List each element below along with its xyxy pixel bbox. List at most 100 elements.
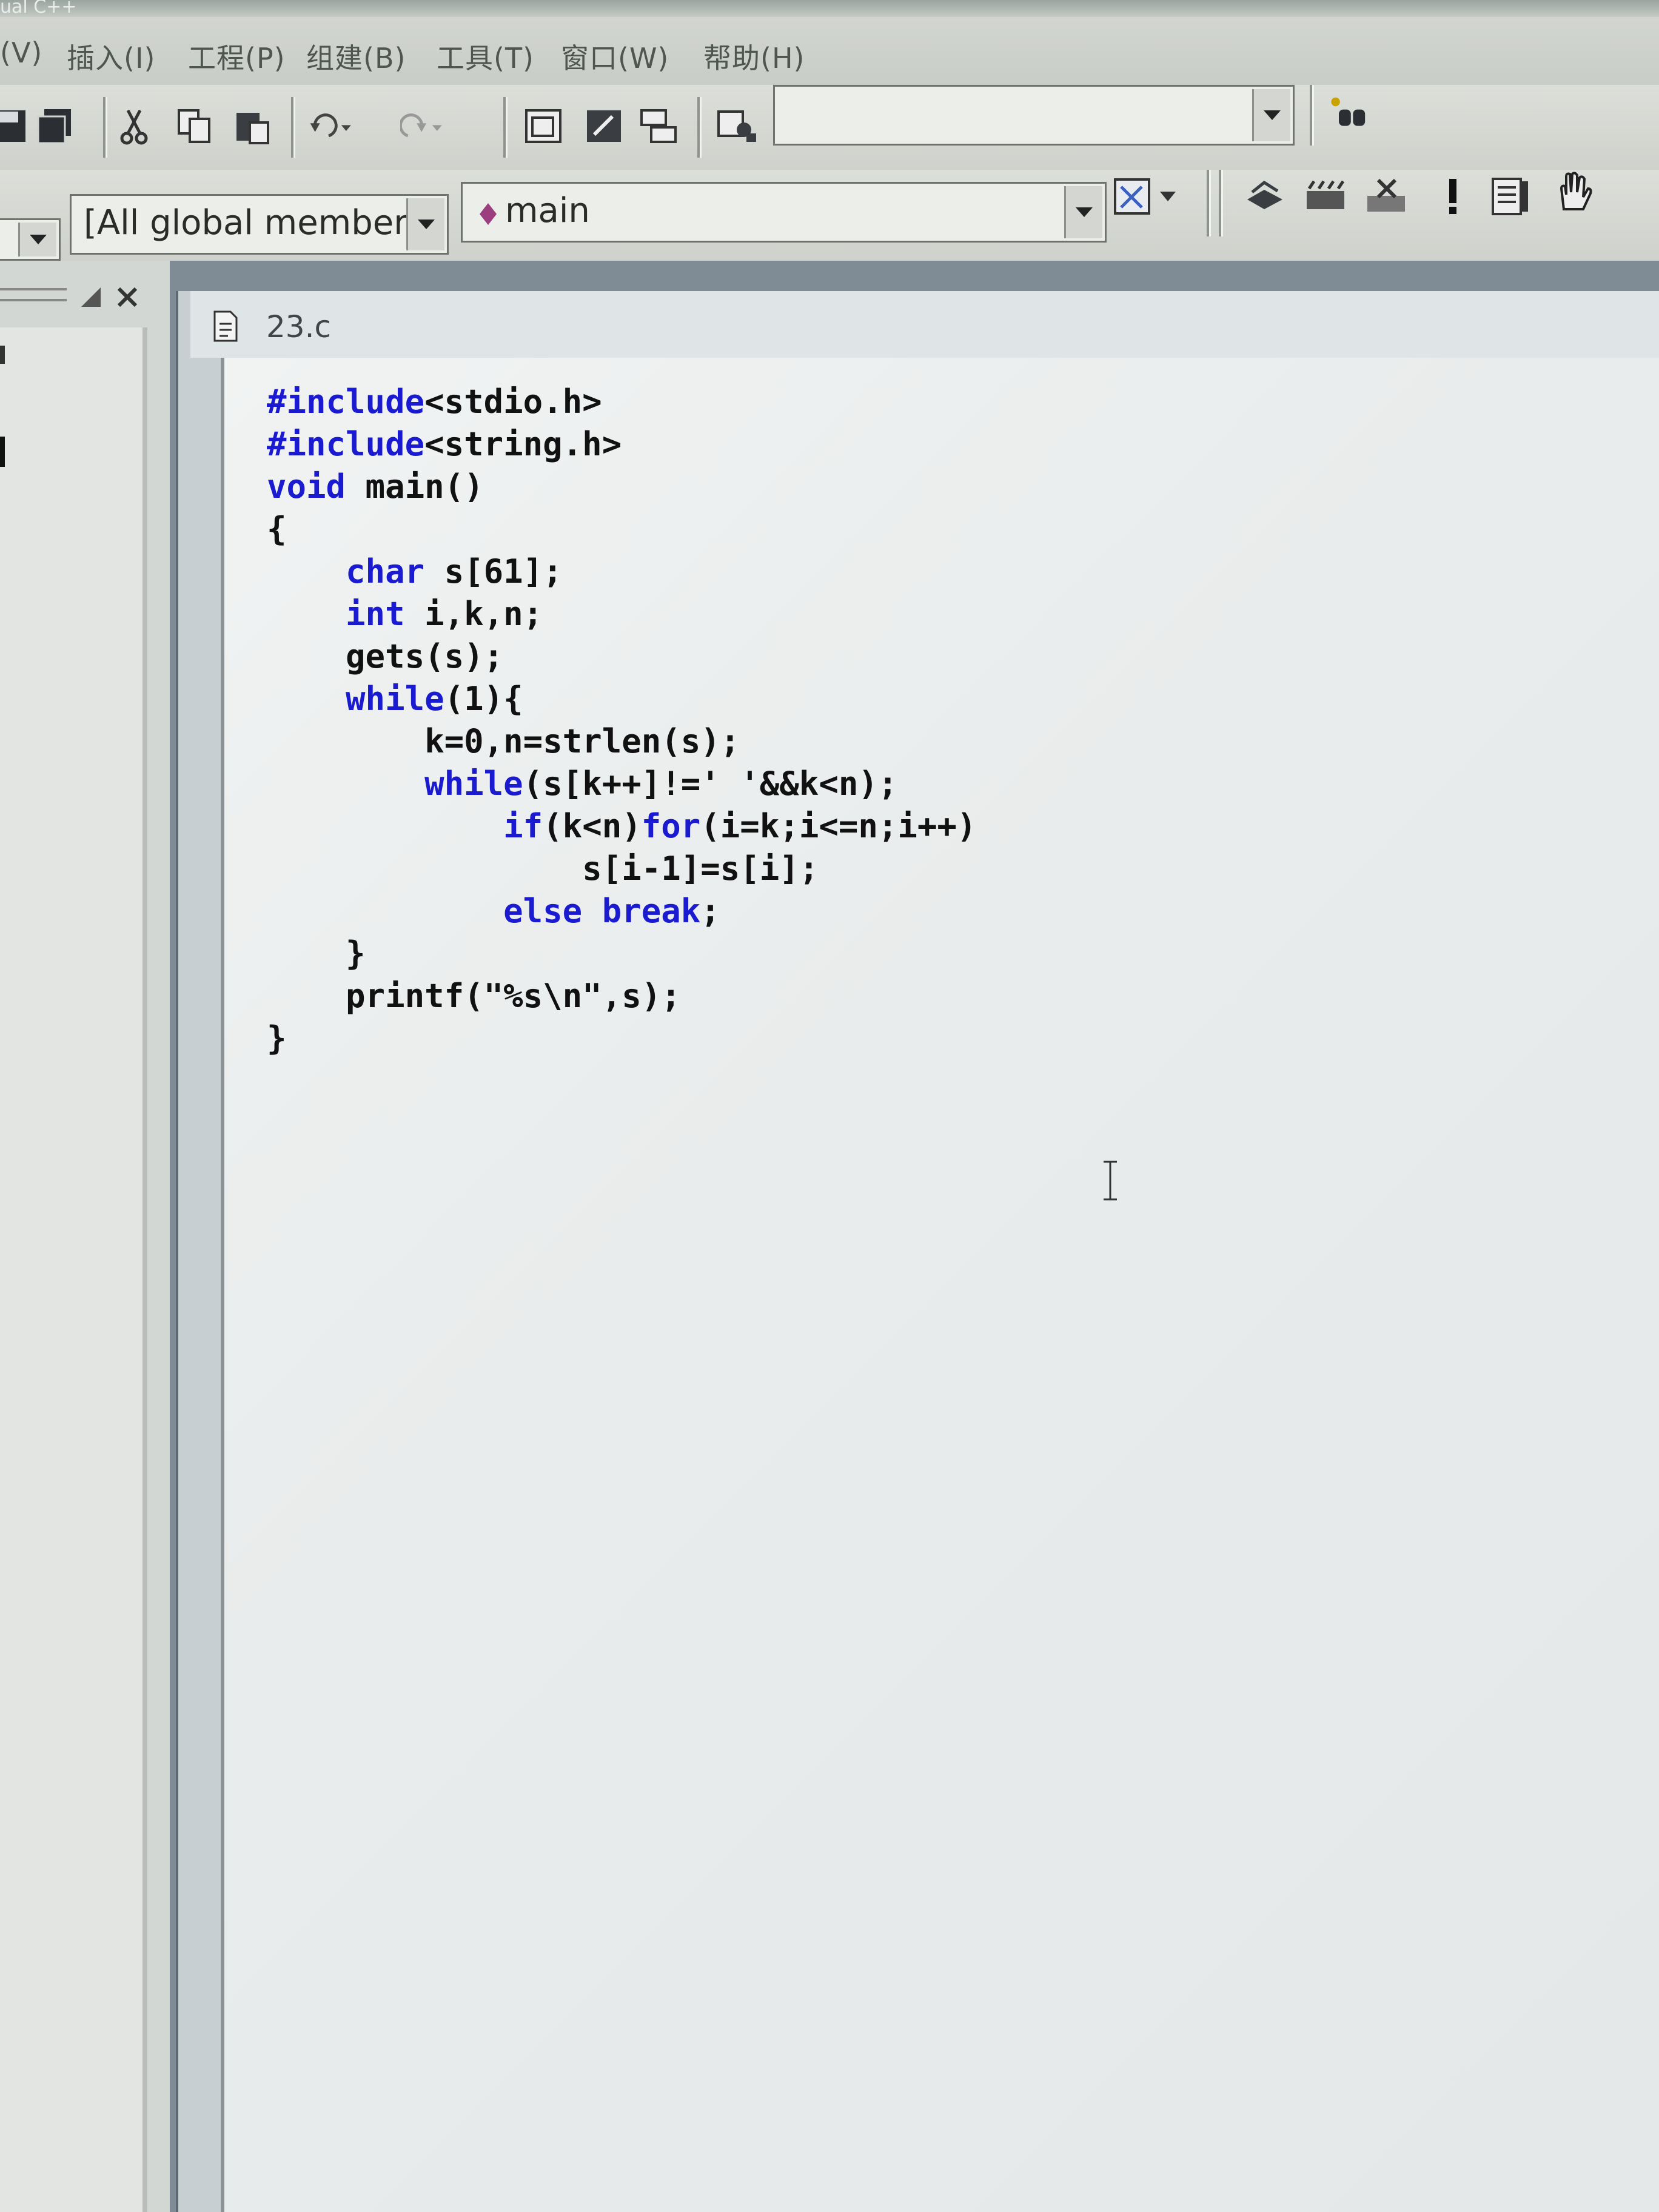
menu-tools[interactable]: 工具(T): [437, 36, 534, 76]
code-line[interactable]: char s[61];: [267, 551, 976, 593]
chevron-down-icon[interactable]: [1064, 186, 1102, 238]
source-file-icon: [213, 310, 238, 342]
members-combo[interactable]: [All global members: [70, 194, 449, 255]
find-icon[interactable]: [1328, 91, 1372, 135]
code-keyword: else: [503, 892, 583, 930]
code-text: s[i-1]=s[i];: [582, 850, 819, 888]
toolbar-separator: [1219, 170, 1223, 236]
output-icon[interactable]: [582, 104, 626, 148]
code-line[interactable]: }: [267, 933, 976, 975]
cut-icon[interactable]: [112, 104, 156, 148]
editor-frame: 23.c #include<stdio.h> #include<string.h>…: [176, 291, 1659, 2212]
build-icon[interactable]: [1304, 175, 1347, 218]
chevron-down-icon[interactable]: [1252, 89, 1290, 141]
code-editor[interactable]: #include<stdio.h> #include<string.h> void …: [221, 358, 1659, 2212]
workspace-panel: [0, 261, 172, 2212]
code-keyword: while: [346, 680, 444, 718]
save-icon[interactable]: [0, 104, 32, 148]
function-combo-value: main: [505, 191, 590, 230]
code-line[interactable]: {: [267, 508, 976, 551]
toolbar-separator: [103, 97, 107, 158]
code-keyword: break: [602, 892, 701, 930]
code-line[interactable]: k=0,n=strlen(s);: [267, 720, 976, 763]
code-preprocessor: #include: [267, 425, 425, 463]
paste-icon[interactable]: [230, 104, 274, 148]
chevron-down-icon[interactable]: [18, 223, 56, 256]
save-all-icon[interactable]: [33, 104, 77, 148]
workspace-icon[interactable]: [521, 104, 565, 148]
code-keyword: char: [346, 552, 425, 591]
toolbar-separator: [697, 97, 702, 158]
window-list-icon[interactable]: [637, 104, 680, 148]
breakpoint-icon[interactable]: [1552, 170, 1596, 213]
menu-insert[interactable]: 插入(I): [67, 36, 155, 76]
stop-build-icon[interactable]: [1364, 175, 1408, 218]
compile-icon[interactable]: [1243, 175, 1287, 218]
tree-item-fragment: [0, 346, 5, 364]
code-line[interactable]: s[i-1]=s[i];: [267, 848, 976, 890]
code-line[interactable]: gets(s);: [267, 635, 976, 678]
standard-toolbar: [0, 85, 1659, 171]
code-line[interactable]: if(k<n)for(i=k;i<=n;i++): [267, 805, 976, 848]
menu-project[interactable]: 工程(P): [188, 36, 286, 76]
editor-window: 23.c #include<stdio.h> #include<string.h>…: [170, 261, 1659, 2212]
panel-gripper[interactable]: [0, 288, 67, 301]
code-preprocessor: #include: [267, 383, 425, 421]
code-text: ;: [700, 892, 720, 930]
code-text: (s[k++]!=' '&&k<n);: [523, 765, 898, 803]
menu-bar: (V) 插入(I) 工程(P) 组建(B) 工具(T) 窗口(W) 帮助(H): [0, 17, 1659, 86]
chevron-down-icon[interactable]: [406, 198, 444, 250]
code-line[interactable]: #include<string.h>: [267, 423, 976, 466]
text-cursor-icon: [1101, 1159, 1119, 1202]
code-text: k=0,n=strlen(s);: [424, 722, 740, 760]
go-icon[interactable]: [1489, 175, 1532, 218]
code-keyword: while: [424, 765, 523, 803]
menu-window[interactable]: 窗口(W): [561, 36, 669, 76]
code-text: gets(s);: [346, 637, 504, 675]
code-line[interactable]: }: [267, 1017, 976, 1060]
copy-icon[interactable]: [173, 104, 216, 148]
code-line[interactable]: printf("%s\n",s);: [267, 975, 976, 1017]
code-keyword: int: [346, 595, 405, 633]
menu-view[interactable]: (V): [0, 36, 42, 69]
restore-icon[interactable]: [79, 285, 103, 309]
code-text: i,k,n;: [404, 595, 543, 633]
code-text: }: [346, 934, 366, 973]
code-line[interactable]: void main(): [267, 466, 976, 508]
code-text: {: [267, 510, 287, 548]
code-line[interactable]: else break;: [267, 890, 976, 933]
close-icon[interactable]: [115, 285, 139, 309]
find-combo[interactable]: [773, 85, 1295, 146]
source-code[interactable]: #include<stdio.h> #include<string.h> void …: [267, 381, 976, 1060]
document-title: 23.c: [266, 309, 332, 344]
code-line[interactable]: while(s[k++]!=' '&&k<n);: [267, 763, 976, 805]
find-in-files-icon[interactable]: [716, 104, 759, 148]
code-line[interactable]: while(1){: [267, 678, 976, 720]
undo-icon[interactable]: [309, 104, 353, 148]
execute-icon[interactable]: [1431, 175, 1475, 218]
toolbar-separator: [291, 97, 295, 158]
class-wizard-icon[interactable]: [1113, 175, 1179, 218]
code-keyword: for: [641, 807, 701, 845]
menu-help[interactable]: 帮助(H): [703, 36, 805, 76]
code-line[interactable]: #include<stdio.h>: [267, 381, 976, 423]
code-text: (1){: [444, 680, 523, 718]
function-combo[interactable]: main: [461, 182, 1107, 243]
scope-combo[interactable]: [0, 218, 61, 261]
code-text: }: [267, 1019, 287, 1057]
code-text: main(): [346, 468, 484, 506]
workspace-tree[interactable]: [0, 327, 147, 2212]
code-line[interactable]: int i,k,n;: [267, 593, 976, 635]
redo-icon[interactable]: [400, 104, 444, 148]
menu-build[interactable]: 组建(B): [306, 36, 406, 76]
